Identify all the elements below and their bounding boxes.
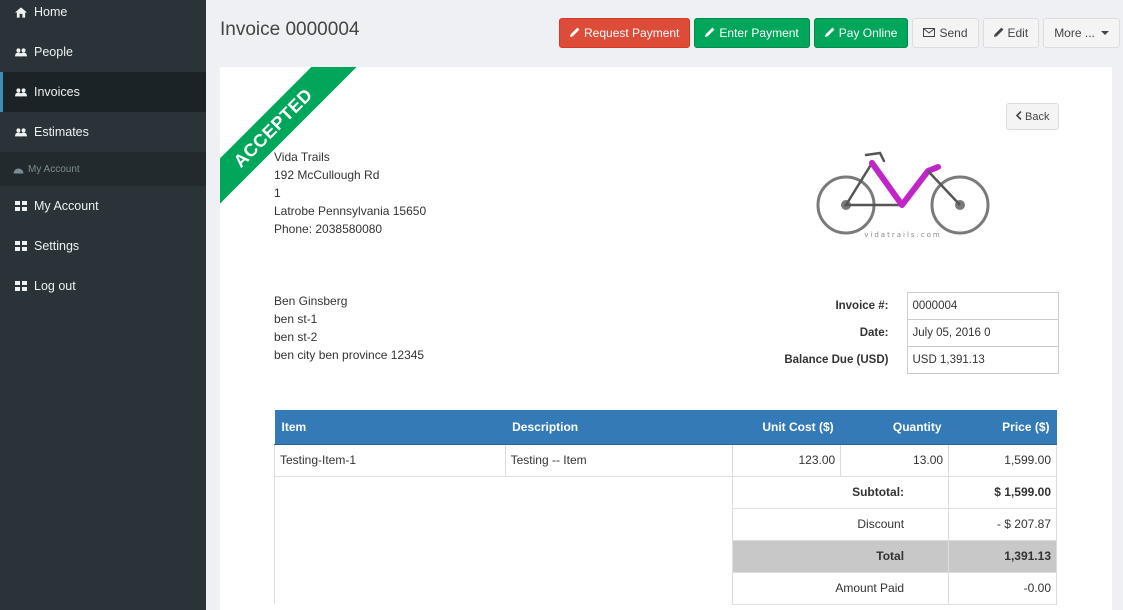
client-line1: ben st-1 [274,312,318,326]
sidebar-item-label: My Account [34,199,99,213]
subtotal-row: Subtotal: $ 1,599.00 [273,475,1057,604]
unit-cost-cell: 123.00 [732,443,842,477]
column-header-item: Item [274,410,506,445]
logo-wordmark: vidatrails.com [864,231,941,239]
users-icon [15,126,27,138]
invoice-meta-table: Invoice #: 0000004 Date: July 05, 2016 0… [740,292,1059,374]
edit-button[interactable]: Edit [982,18,1040,48]
sidebar-item-people[interactable]: People [0,32,206,72]
description-cell: Testing -- Item [504,443,734,477]
table-header-row: Item Description Unit Cost ($) Quantity … [274,410,1057,445]
invoice-date-label: Date: [859,327,889,339]
client-name: Ben Ginsberg [274,294,348,308]
discount-value: - $ 207.87 [948,507,1057,541]
subtotal-label: Subtotal: [732,475,950,509]
grid-icon [15,200,27,212]
chevron-left-icon [1015,110,1022,123]
quantity-cell: 13.00 [840,443,950,477]
request-payment-button[interactable]: Request Payment [559,18,691,48]
dashboard-icon [13,165,24,174]
sidebar-section-header: My Account [0,152,206,186]
users-icon [15,46,27,58]
sidebar-item-label: Settings [34,239,80,253]
balance-due-value: USD 1,391.13 [906,346,1059,374]
pencil-icon [993,26,1004,40]
pencil-icon [570,26,580,40]
invoice-number-value: 0000004 [906,292,1059,320]
pencil-icon [705,26,715,40]
sender-phone: Phone: 2038580080 [274,222,383,236]
client-address: Ben Ginsberg ben st-1 ben st-2 ben city … [274,292,424,364]
sidebar-item-home[interactable]: Home [0,0,206,24]
total-label: Total [732,539,950,573]
item-cell: Testing-Item-1 [274,443,506,477]
envelope-icon [923,26,936,40]
caret-down-icon [1100,31,1109,35]
sender-city: Latrobe Pennsylvania 15650 [274,204,427,218]
invoice-date-value: July 05, 2016 0 [906,319,1059,347]
invoice-number-label: Invoice #: [835,300,889,312]
grid-icon [15,240,27,252]
sidebar-item-logout[interactable]: Log out [0,266,206,306]
sidebar-item-my-account[interactable]: My Account [0,186,206,226]
client-line2: ben st-2 [274,330,318,344]
totals-spacer [273,475,734,604]
client-city: ben city ben province 12345 [274,348,425,362]
amount-paid-value: -0.00 [948,571,1057,605]
bicycle-logo-icon: vidatrails.com [816,151,990,239]
meta-row: Balance Due (USD) USD 1,391.13 [740,346,1059,374]
sidebar-item-invoices[interactable]: Invoices [0,72,206,112]
home-icon [15,6,27,18]
price-cell: 1,599.00 [948,443,1057,477]
amount-paid-label: Amount Paid [732,571,950,605]
more-dropdown-button[interactable]: More ... [1043,18,1120,48]
sidebar-item-label: Log out [34,279,76,293]
page-title: Invoice 0000004 [220,19,360,40]
sender-name: Vida Trails [274,150,330,164]
sidebar-item-label: Home [34,5,68,19]
balance-due-label: Balance Due (USD) [784,354,889,366]
sender-line2: 1 [274,186,281,200]
pencil-icon [824,26,835,40]
meta-row: Date: July 05, 2016 0 [740,319,1059,347]
invoice-toolbar: Request Payment Enter Payment Pay Online… [559,18,1120,48]
line-items-table: Item Description Unit Cost ($) Quantity … [273,410,1057,605]
column-header-unit-cost: Unit Cost ($) [732,410,841,445]
sidebar-item-label: Invoices [34,85,80,99]
sidebar-item-label: People [34,45,73,59]
sender-address: Vida Trails 192 McCullough Rd 1 Latrobe … [274,148,426,238]
sidebar-item-estimates[interactable]: Estimates [0,112,206,152]
sidebar-item-label: Estimates [34,125,89,139]
discount-label: Discount [732,507,950,541]
column-header-description: Description [505,410,733,445]
enter-payment-button[interactable]: Enter Payment [694,18,810,48]
send-button[interactable]: Send [912,18,979,48]
sender-street: 192 McCullough Rd [274,168,380,182]
meta-row: Invoice #: 0000004 [740,292,1059,320]
invoice-card: ACCEPTED Back Vida Trails 192 McCullough… [220,67,1112,610]
pay-online-button[interactable]: Pay Online [813,18,909,48]
company-logo: vidatrails.com [810,147,995,239]
grid-icon [15,280,27,292]
sidebar-item-settings[interactable]: Settings [0,226,206,266]
back-button[interactable]: Back [1006,103,1060,130]
table-row: Testing-Item-1 Testing -- Item 123.00 13… [274,443,1057,477]
users-icon [15,86,27,98]
total-value: 1,391.13 [948,539,1057,573]
column-header-price: Price ($) [948,410,1057,445]
column-header-quantity: Quantity [840,410,949,445]
subtotal-value: $ 1,599.00 [948,475,1057,509]
sidebar: Home People Invoices Estimates My Accoun… [0,0,206,610]
